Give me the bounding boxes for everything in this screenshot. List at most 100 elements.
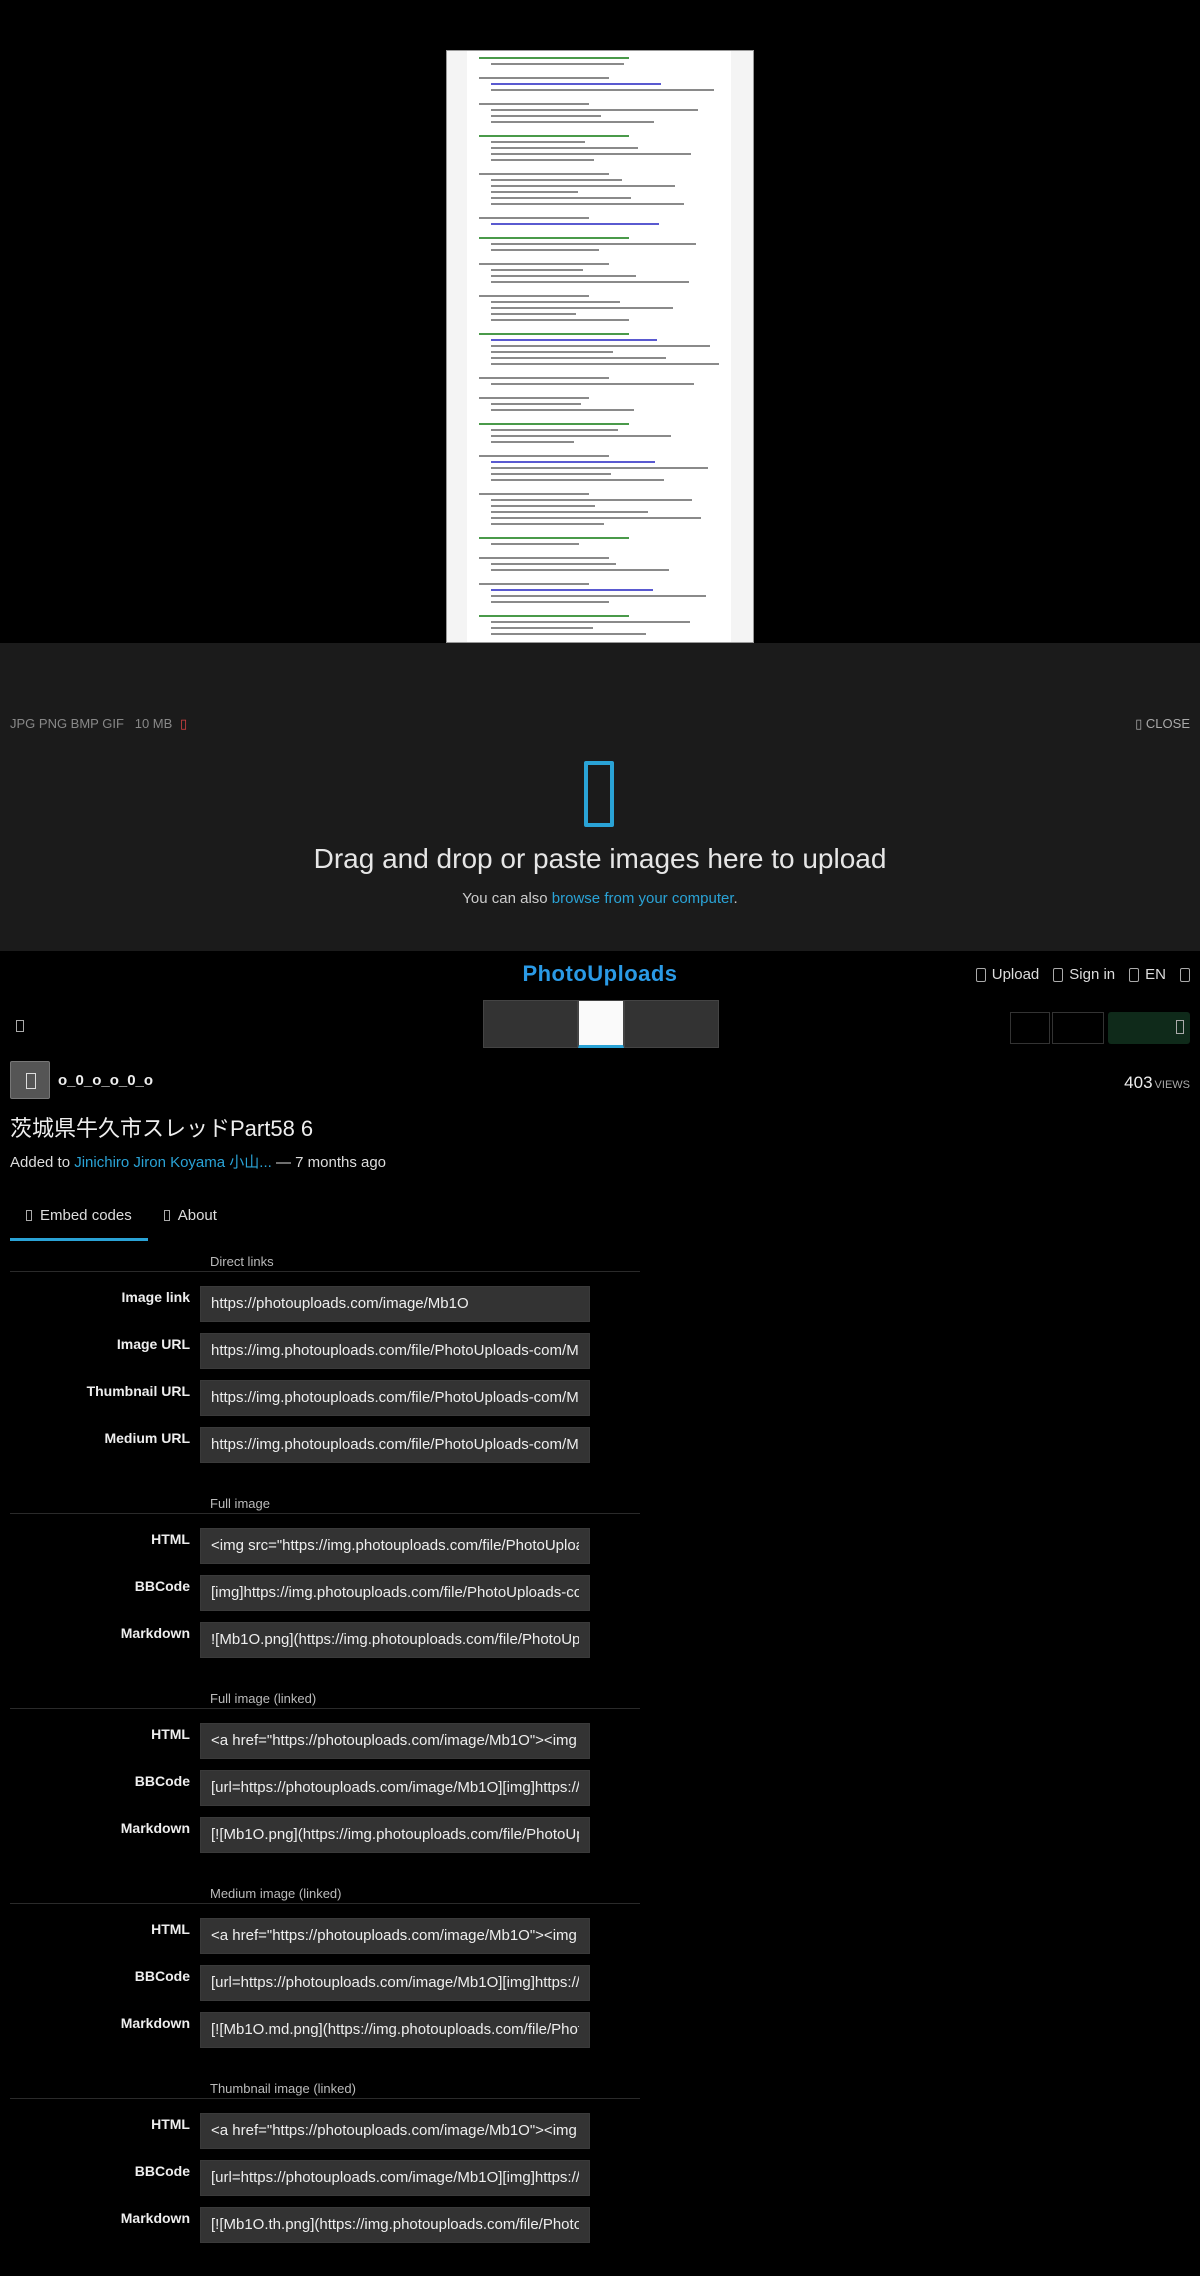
- views-counter: 403 VIEWS: [1124, 1073, 1190, 1093]
- like-button[interactable]: [1052, 1012, 1104, 1044]
- document-text-line: [491, 191, 578, 193]
- document-text-line: [479, 295, 589, 297]
- close-button[interactable]: ▯ CLOSE: [1135, 716, 1190, 732]
- tab-about[interactable]: About: [148, 1203, 233, 1241]
- embed-label: Thumbnail URL: [86, 1382, 190, 1399]
- search-button[interactable]: [1180, 966, 1190, 983]
- embed-code-field[interactable]: [200, 2112, 590, 2149]
- max-size-text: 10 MB: [134, 716, 173, 731]
- document-text-line: [479, 57, 629, 59]
- embed-code-field[interactable]: [200, 1426, 590, 1463]
- document-text-line: [491, 275, 636, 277]
- document-text-line: [491, 523, 604, 525]
- browse-link[interactable]: browse from your computer: [552, 890, 734, 907]
- embed-row: Markdown: [10, 2006, 640, 2053]
- embed-code-field[interactable]: [200, 2206, 590, 2243]
- document-text-line: [491, 159, 594, 161]
- document-text-line: [479, 377, 609, 379]
- document-text-line: [479, 217, 589, 219]
- embed-label: HTML: [151, 1530, 190, 1547]
- embed-code-field[interactable]: [200, 1769, 590, 1806]
- document-page: [467, 51, 731, 642]
- info-panel-icon[interactable]: [1176, 1020, 1184, 1034]
- document-text-line: [491, 621, 690, 623]
- embed-code-field[interactable]: [200, 1332, 590, 1369]
- document-text-line: [491, 569, 669, 571]
- embed-code-field[interactable]: [200, 1816, 590, 1853]
- document-text-line: [479, 493, 589, 495]
- embed-group: Full image HTML BBCode Markdown: [10, 1496, 640, 1663]
- document-text-line: [491, 249, 599, 251]
- tab-embed-codes[interactable]: Embed codes: [10, 1203, 148, 1241]
- owner-block: o_0_o_o_0_o: [10, 1061, 153, 1099]
- main-image[interactable]: [446, 50, 754, 643]
- document-text-line: [491, 595, 706, 597]
- views-count: 403: [1124, 1073, 1153, 1092]
- owner-name[interactable]: o_0_o_o_0_o: [58, 1072, 153, 1089]
- thumbnail-next[interactable]: [624, 1000, 719, 1048]
- document-text-line: [479, 135, 629, 137]
- document-text-line: [491, 307, 673, 309]
- embed-group-heading: Direct links: [10, 1254, 640, 1272]
- embed-code-field[interactable]: [200, 2159, 590, 2196]
- upload-formats: JPG PNG BMP GIF 10 MB ▯: [10, 716, 187, 732]
- embed-label: Image link: [121, 1288, 190, 1305]
- embed-code-field[interactable]: [200, 1621, 590, 1658]
- avatar[interactable]: [10, 1061, 50, 1099]
- language-button[interactable]: EN: [1129, 966, 1166, 983]
- embed-code-field[interactable]: [200, 1964, 590, 2001]
- top-nav: Upload Sign in EN: [975, 966, 1190, 983]
- info-icon: ▯: [179, 716, 188, 731]
- embed-codes: Direct links Image link Image URL Thumbnail…: [10, 1254, 640, 2276]
- document-text-line: [491, 499, 692, 501]
- close-label: CLOSE: [1145, 716, 1190, 731]
- upload-cloud-icon: [975, 967, 986, 982]
- document-text-line: [491, 473, 611, 475]
- embed-row: Image link: [10, 1280, 640, 1327]
- embed-label: Markdown: [120, 2014, 190, 2031]
- embed-code-field[interactable]: [200, 1722, 590, 1759]
- document-text-line: [491, 109, 698, 111]
- added-prefix: Added to: [10, 1154, 75, 1171]
- embed-code-field[interactable]: [200, 2011, 590, 2048]
- embed-label: Image URL: [116, 1335, 190, 1352]
- share-icon[interactable]: [1010, 1012, 1050, 1044]
- embed-code-field[interactable]: [200, 1527, 590, 1564]
- thumbnail-prev[interactable]: [483, 1000, 578, 1048]
- signin-button[interactable]: Sign in: [1053, 966, 1115, 983]
- document-text-line: [491, 339, 657, 341]
- document-text-line: [491, 243, 696, 245]
- embed-label: Markdown: [120, 1624, 190, 1641]
- embed-group: Thumbnail image (linked) HTML BBCode Markdo…: [10, 2081, 640, 2248]
- document-text-line: [491, 63, 624, 65]
- search-icon: [1180, 967, 1190, 982]
- document-text-line: [491, 179, 622, 181]
- embed-code-field[interactable]: [200, 1379, 590, 1416]
- embed-group-heading: Medium image (linked): [10, 1886, 640, 1904]
- embed-label: BBCode: [134, 2162, 190, 2179]
- upload-button[interactable]: Upload: [975, 966, 1039, 983]
- document-text-line: [491, 409, 634, 411]
- embed-code-field[interactable]: [200, 1917, 590, 1954]
- embed-row: HTML: [10, 1522, 640, 1569]
- embed-label: Markdown: [120, 1819, 190, 1836]
- embed-code-field[interactable]: [200, 1574, 590, 1611]
- info-icon: [163, 1210, 170, 1221]
- language-label: EN: [1145, 966, 1166, 983]
- embed-code-field[interactable]: [200, 1285, 590, 1322]
- thumbnail-current[interactable]: [578, 1000, 624, 1048]
- thumbnail-strip: [0, 1000, 1200, 1052]
- document-text-line: [491, 141, 585, 143]
- embed-row: Thumbnail URL: [10, 1374, 640, 1421]
- album-link[interactable]: Jinichiro Jiron Koyama 小山...: [74, 1154, 272, 1171]
- document-text-line: [479, 173, 609, 175]
- document-text-line: [479, 583, 589, 585]
- embed-row: Markdown: [10, 2201, 640, 2248]
- menu-icon[interactable]: [16, 1020, 24, 1032]
- tab-label: Embed codes: [40, 1207, 132, 1224]
- formats-text: JPG PNG BMP GIF: [10, 716, 124, 731]
- document-text-line: [491, 517, 701, 519]
- document-text-line: [491, 147, 638, 149]
- document-text-line: [491, 351, 613, 353]
- document-text-line: [491, 269, 583, 271]
